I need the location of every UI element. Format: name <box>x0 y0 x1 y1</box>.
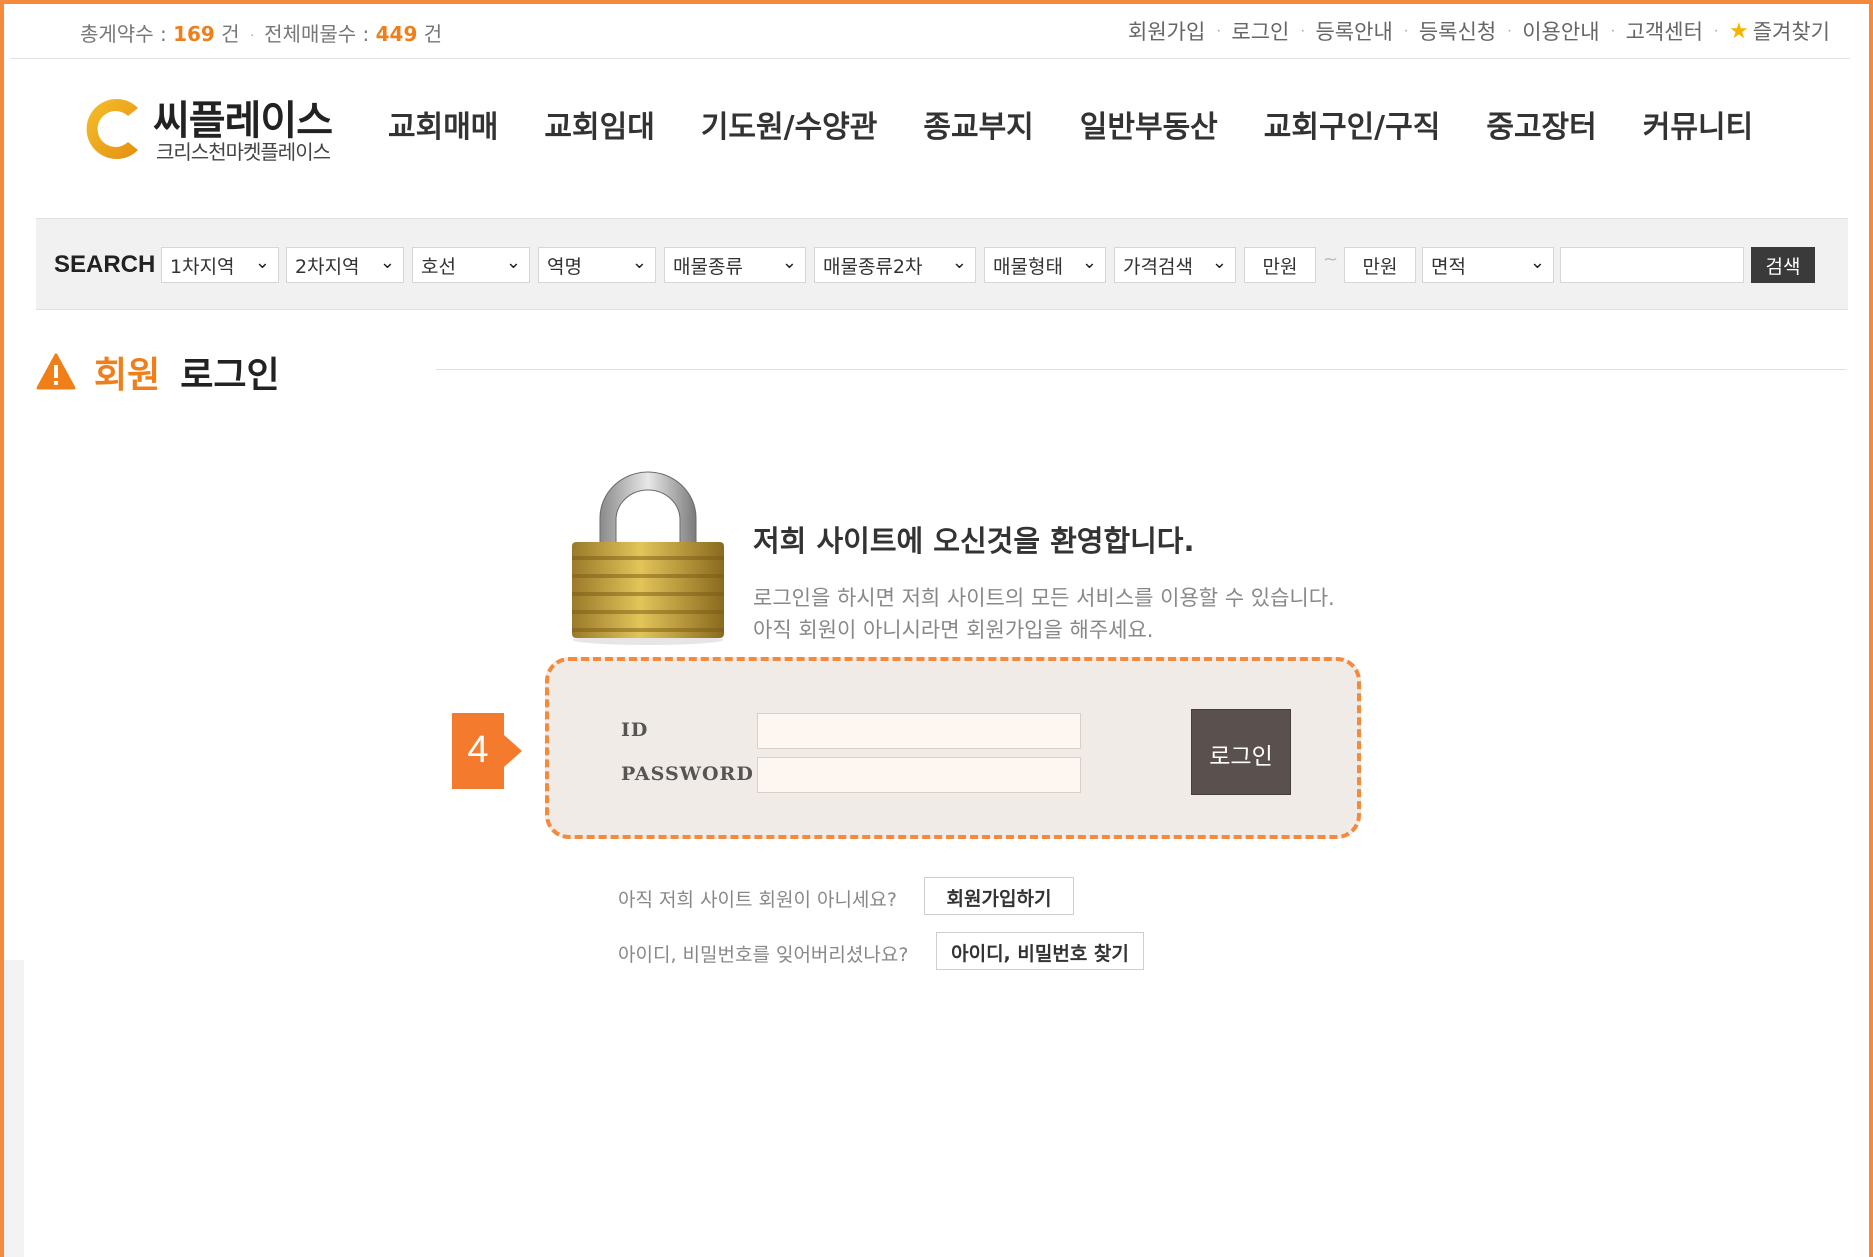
step-marker: 4 <box>452 713 504 789</box>
select-area[interactable]: 면적 ⌄ <box>1422 247 1554 283</box>
top-link-usage-guide[interactable]: 이용안내 <box>1522 16 1599 46</box>
chevron-down-icon: ⌄ <box>781 252 797 273</box>
welcome-desc-2: 아직 회원이 아니시라면 회원가입을 해주세요. <box>753 618 1154 642</box>
top-link-customer-center[interactable]: 고객센터 <box>1626 16 1703 46</box>
logo-c-icon <box>86 99 138 159</box>
stats-summary: 총게약수 : 169 건 ᐧ 전체매물수 : 449 건 <box>80 22 443 46</box>
title-divider <box>436 369 1846 370</box>
search-button[interactable]: 검색 <box>1751 247 1815 283</box>
star-icon: ★ <box>1728 18 1749 44</box>
top-link-favorites[interactable]: 즐겨찾기 <box>1753 16 1830 46</box>
select-region2[interactable]: 2차지역 ⌄ <box>286 247 404 283</box>
top-link-register-guide[interactable]: 등록안내 <box>1315 16 1392 46</box>
nav-item-community[interactable]: 커뮤니티 <box>1643 102 1753 146</box>
chevron-down-icon: ⌄ <box>505 252 521 273</box>
top-link-register-apply[interactable]: 등록신청 <box>1419 16 1496 46</box>
chevron-down-icon: ⌄ <box>1211 252 1227 273</box>
select-property-type2[interactable]: 매물종류2차 ⌄ <box>814 247 976 283</box>
chevron-down-icon: ⌄ <box>254 252 270 273</box>
select-station-value: 역명 <box>547 256 582 278</box>
chevron-down-icon: ⌄ <box>631 252 647 273</box>
nav-item-religious-land[interactable]: 종교부지 <box>923 102 1033 146</box>
price-min-input[interactable]: 만원 <box>1244 247 1316 283</box>
nav-item-used-market[interactable]: 중고장터 <box>1486 102 1596 146</box>
site-logo[interactable]: 씨플레이스 크리스천마켓플레이스 <box>78 88 358 168</box>
stats-count-listings: 449 <box>375 22 418 46</box>
page-title: 회원 로그인 <box>36 346 280 398</box>
nav-item-general-realestate[interactable]: 일반부동산 <box>1080 102 1218 146</box>
chevron-down-icon: ⌄ <box>1529 252 1545 273</box>
search-bar: SEARCH 1차지역 ⌄ 2차지역 ⌄ 호선 ⌄ 역명 ⌄ 매물종류 ⌄ 매물종류2차 ⌄… <box>36 218 1848 310</box>
select-subway-line-value: 호선 <box>421 256 456 278</box>
select-property-type[interactable]: 매물종류 ⌄ <box>664 247 806 283</box>
price-max-input[interactable]: 만원 <box>1344 247 1416 283</box>
top-link-login[interactable]: 로그인 <box>1231 16 1289 46</box>
top-links: 회원가입 ᐧ 로그인 ᐧ 등록안내 ᐧ 등록신청 ᐧ 이용안내 ᐧ 고객센터 ᐧ ★ 즐겨찾… <box>1128 16 1830 46</box>
nav-item-church-rent[interactable]: 교회임대 <box>544 102 654 146</box>
stats-unit-listings: 건 <box>423 22 443 46</box>
nav-item-prayer-house[interactable]: 기도원/수양관 <box>701 102 878 146</box>
welcome-desc-1: 로그인을 하시면 저희 사이트의 모든 서비스를 이용할 수 있습니다. <box>753 586 1335 610</box>
id-input[interactable] <box>757 713 1081 749</box>
select-station[interactable]: 역명 ⌄ <box>538 247 656 283</box>
login-button[interactable]: 로그인 <box>1191 709 1291 795</box>
login-form: ID PASSWORD 로그인 <box>545 657 1361 839</box>
chevron-down-icon: ⌄ <box>951 252 967 273</box>
stats-unit-contracts: 건 <box>221 22 240 46</box>
signup-question: 아직 저희 사이트 회원이 아니세요? <box>618 889 897 911</box>
select-subway-line[interactable]: 호선 ⌄ <box>412 247 530 283</box>
signup-button[interactable]: 회원가입하기 <box>924 877 1074 915</box>
select-region2-value: 2차지역 <box>295 256 360 278</box>
warning-icon <box>36 353 76 390</box>
frame-edge <box>4 960 24 1257</box>
id-label: ID <box>621 719 649 741</box>
welcome-heading: 저희 사이트에 오신것을 환영합니다. <box>753 524 1195 558</box>
select-area-value: 면적 <box>1431 256 1466 278</box>
page-title-part2: 로그인 <box>180 355 280 396</box>
top-utility-bar: 총게약수 : 169 건 ᐧ 전체매물수 : 449 건 회원가입 ᐧ 로그인 ᐧ … <box>10 4 1850 59</box>
nav-item-church-sale[interactable]: 교회매매 <box>388 102 498 146</box>
select-property-form-value: 매물형태 <box>993 256 1063 278</box>
main-nav: 교회매매 교회임대 기도원/수양관 종교부지 일반부동산 교회구인/구직 중고장… <box>388 102 1753 146</box>
stats-label-contracts: 총게약수 : <box>80 22 167 46</box>
select-region1[interactable]: 1차지역 ⌄ <box>161 247 279 283</box>
page-title-part1: 회원 <box>94 355 161 396</box>
chevron-down-icon: ⌄ <box>1081 252 1097 273</box>
logo-subtitle: 크리스천마켓플레이스 <box>156 140 331 164</box>
keyword-input[interactable] <box>1560 247 1744 283</box>
find-account-question: 아이디, 비밀번호를 잊어버리셨나요? <box>618 944 909 966</box>
select-price[interactable]: 가격검색 ⌄ <box>1114 247 1236 283</box>
price-range-separator: ~ <box>1323 249 1339 270</box>
select-property-type2-value: 매물종류2차 <box>823 256 923 278</box>
select-property-form[interactable]: 매물형태 ⌄ <box>984 247 1106 283</box>
password-input[interactable] <box>757 757 1081 793</box>
step-marker-arrow <box>504 735 522 767</box>
search-label: SEARCH <box>54 251 156 278</box>
password-label: PASSWORD <box>621 763 754 785</box>
stats-count-contracts: 169 <box>173 22 215 46</box>
stats-label-listings: 전체매물수 : <box>264 22 370 46</box>
chevron-down-icon: ⌄ <box>379 252 395 273</box>
top-link-signup[interactable]: 회원가입 <box>1128 16 1205 46</box>
select-region1-value: 1차지역 <box>170 256 235 278</box>
nav-item-church-jobs[interactable]: 교회구인/구직 <box>1264 102 1441 146</box>
padlock-icon <box>572 471 724 645</box>
select-property-type-value: 매물종류 <box>673 256 743 278</box>
select-price-value: 가격검색 <box>1123 256 1193 278</box>
find-account-button[interactable]: 아이디, 비밀번호 찾기 <box>936 932 1144 970</box>
